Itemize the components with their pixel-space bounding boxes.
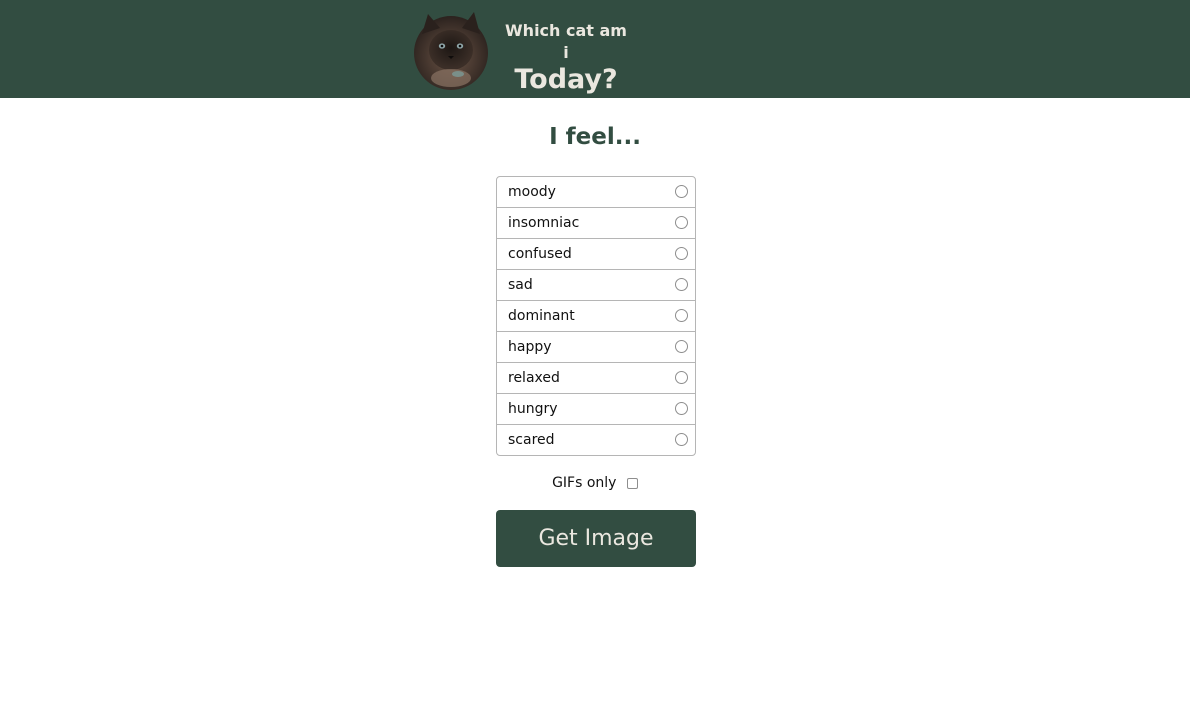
app-title-line1: Which cat am i [505, 21, 627, 62]
mood-option-scared[interactable]: scared [497, 424, 695, 455]
mood-option-relaxed[interactable]: relaxed [497, 362, 695, 393]
mood-option-label: hungry [508, 401, 558, 417]
mood-option-sad[interactable]: sad [497, 269, 695, 300]
get-image-button[interactable]: Get Image [496, 510, 696, 567]
mood-option-label: relaxed [508, 370, 560, 386]
app-title: Which cat am i Today? [500, 20, 632, 96]
gifs-only-label: GIFs only [552, 475, 617, 491]
mood-option-moody[interactable]: moody [497, 177, 695, 207]
radio-button[interactable] [675, 247, 688, 260]
radio-button[interactable] [675, 371, 688, 384]
mood-option-dominant[interactable]: dominant [497, 300, 695, 331]
mood-option-insomniac[interactable]: insomniac [497, 207, 695, 238]
page-heading: I feel... [549, 124, 641, 150]
mood-option-label: moody [508, 184, 556, 200]
cat-photo-icon [414, 12, 488, 90]
radio-button[interactable] [675, 402, 688, 415]
mood-option-label: dominant [508, 308, 575, 324]
radio-button[interactable] [675, 216, 688, 229]
mood-option-label: happy [508, 339, 552, 355]
mood-option-label: sad [508, 277, 533, 293]
mood-option-label: insomniac [508, 215, 580, 231]
gifs-only-checkbox[interactable] [626, 477, 638, 489]
mood-option-happy[interactable]: happy [497, 331, 695, 362]
mood-radio-list: moody insomniac confused sad dominant ha… [496, 176, 696, 456]
radio-button[interactable] [675, 433, 688, 446]
app-header: Which cat am i Today? [0, 0, 1190, 98]
mood-option-confused[interactable]: confused [497, 238, 695, 269]
radio-button[interactable] [675, 278, 688, 291]
gifs-only-option[interactable]: GIFs only [0, 473, 1190, 493]
radio-button[interactable] [675, 309, 688, 322]
mood-option-label: confused [508, 246, 572, 262]
mood-option-label: scared [508, 432, 555, 448]
app-title-line2: Today? [514, 64, 618, 95]
mood-option-hungry[interactable]: hungry [497, 393, 695, 424]
radio-button[interactable] [675, 185, 688, 198]
radio-button[interactable] [675, 340, 688, 353]
